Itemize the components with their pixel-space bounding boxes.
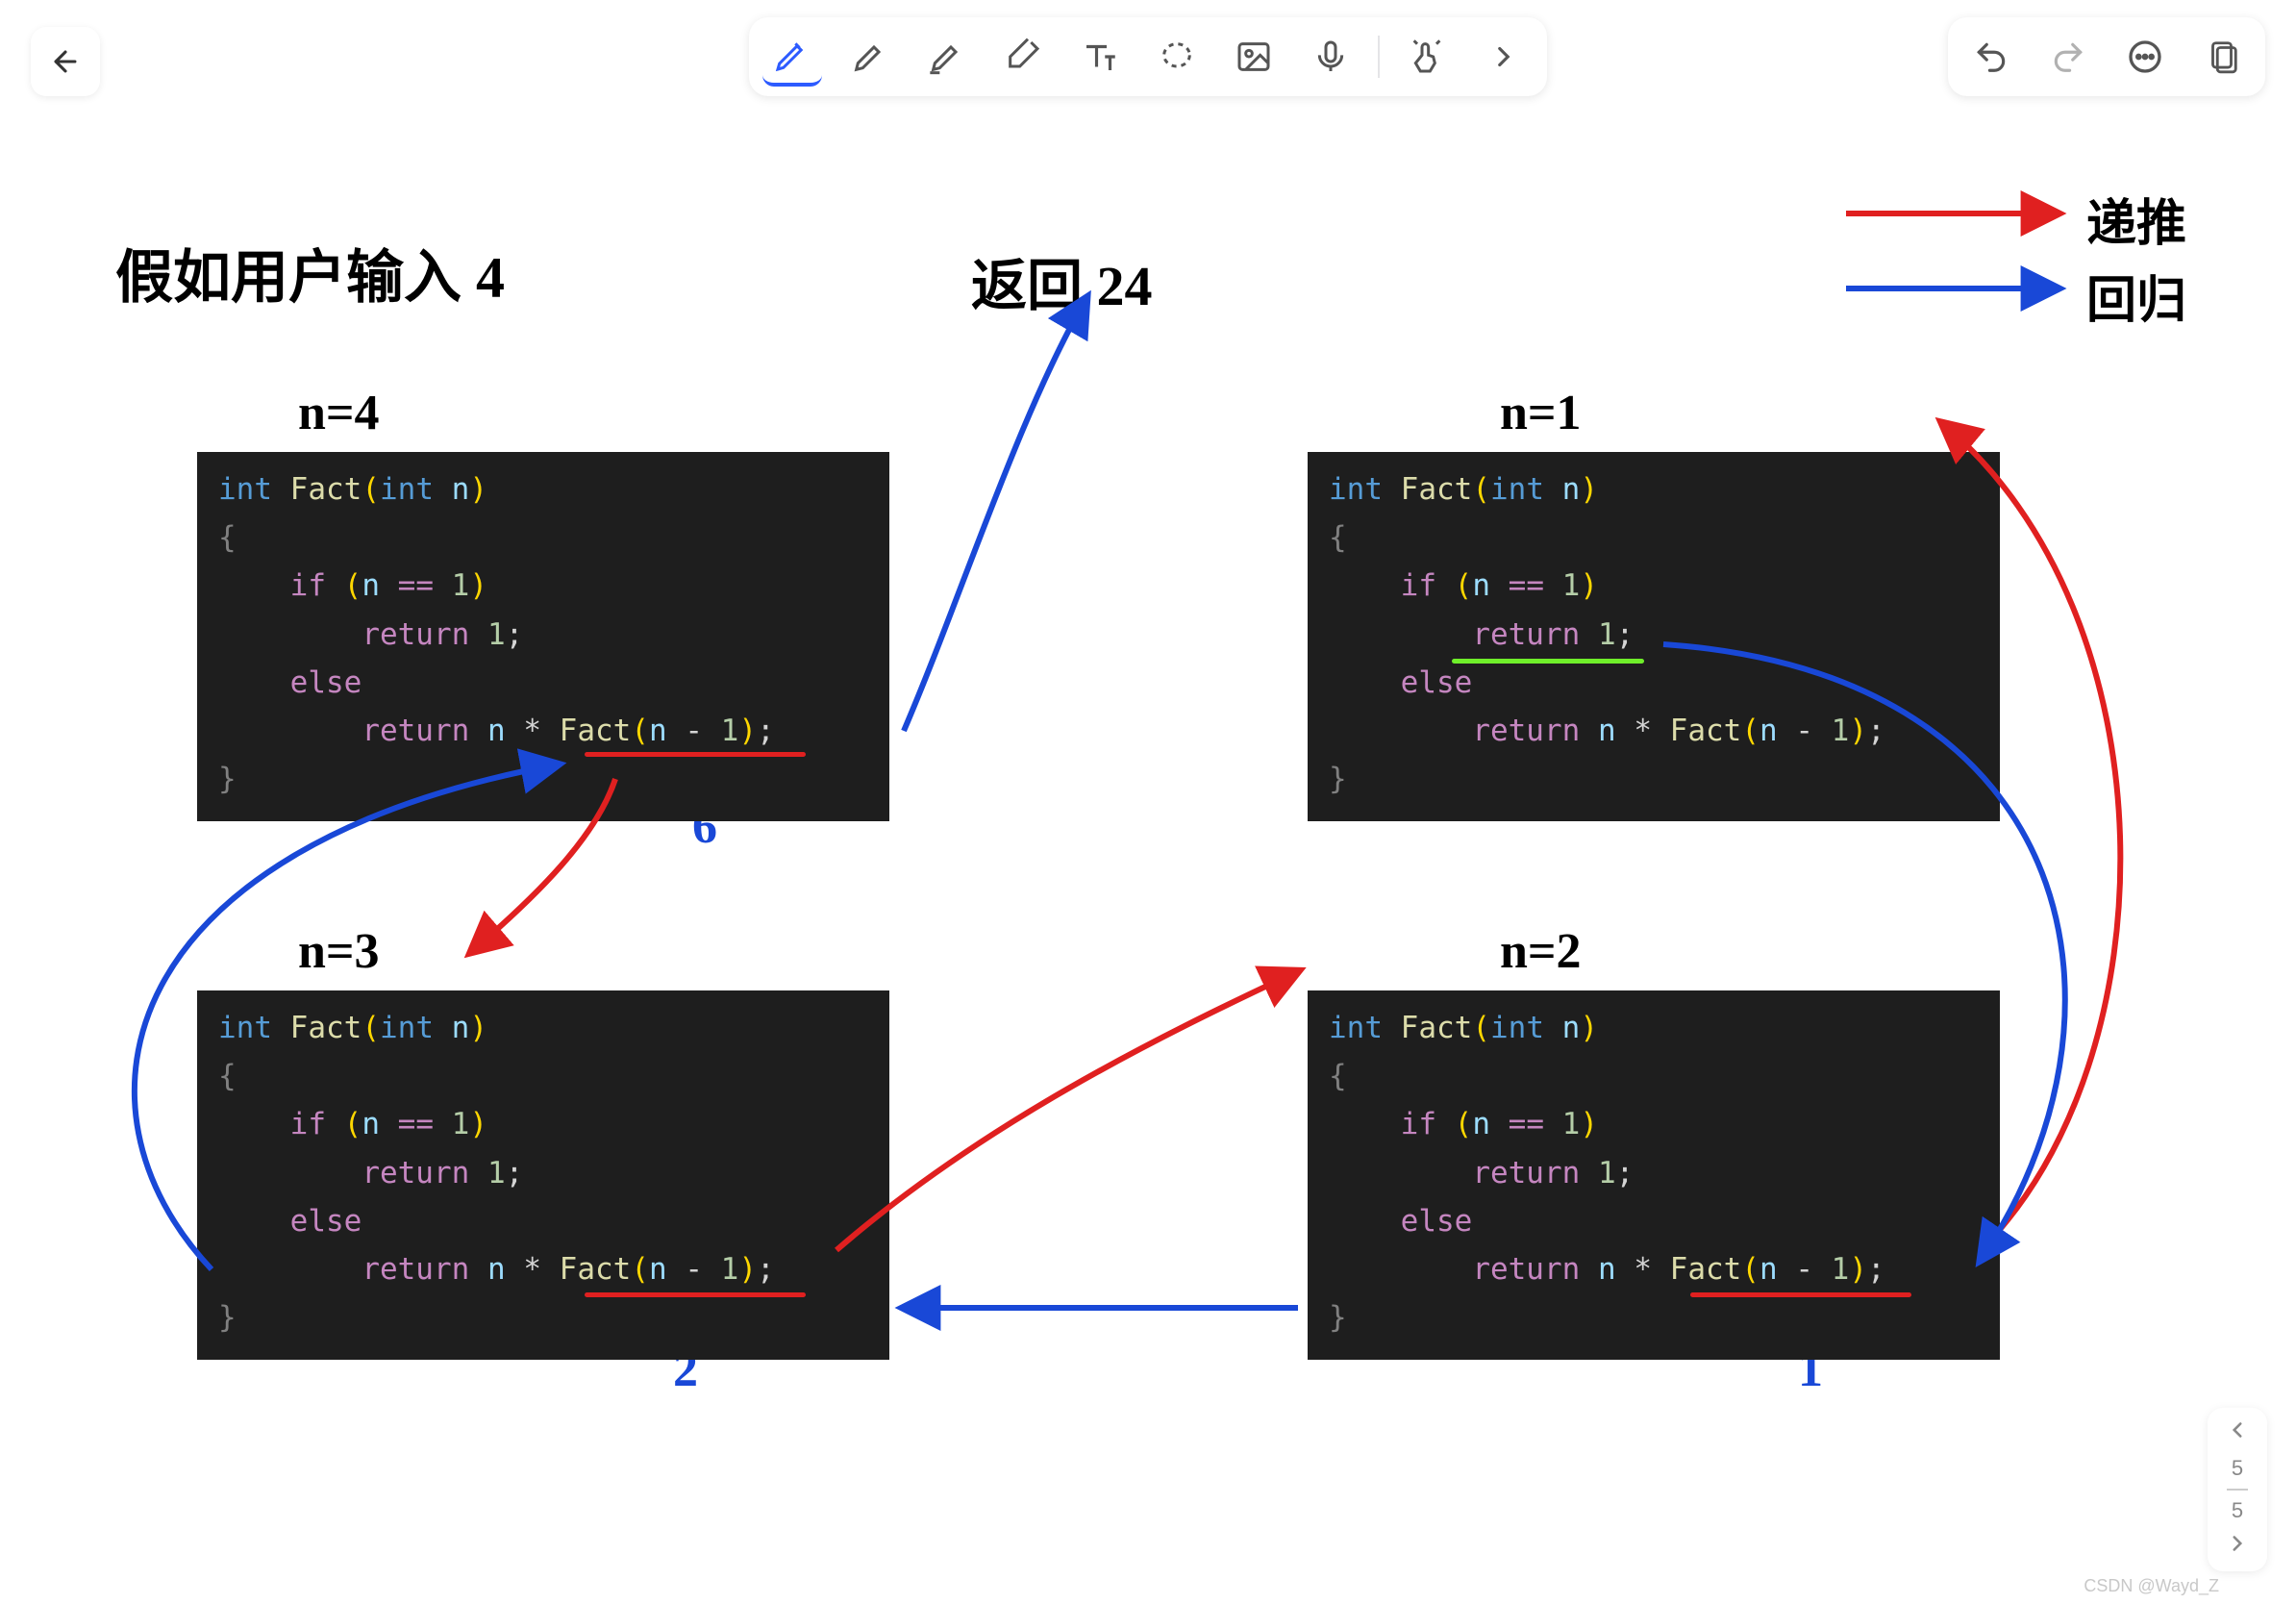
underline-n1-green [1452,659,1644,664]
title-text: 假如用户输入 4 [115,231,505,314]
code-block-n2: int Fact(int n) { if (n == 1) return 1; … [1308,990,2000,1360]
page-next[interactable] [2225,1531,2250,1562]
underline-n4 [585,752,806,757]
page-prev[interactable] [2225,1417,2250,1448]
code-block-n3: int Fact(int n) { if (n == 1) return 1; … [197,990,889,1360]
legend-forward-text: 递推 [2086,183,2186,255]
chevron-left-icon [2225,1417,2250,1442]
code-block-n1: int Fact(int n) { if (n == 1) return 1; … [1308,452,2000,821]
note-canvas[interactable]: 假如用户输入 4 返回 24 递推 回归 n=4 n=1 n=3 n=2 6 2… [0,0,2296,1604]
label-n1: n=1 [1500,385,1582,441]
page-total: 5 [2232,1498,2243,1523]
page-current: 5 [2232,1456,2243,1481]
page-sep [2227,1489,2248,1491]
underline-n2 [1690,1292,1911,1297]
code-block-n4: int Fact(int n) { if (n == 1) return 1; … [197,452,889,821]
label-n4: n=4 [298,385,380,441]
underline-n3 [585,1292,806,1297]
return-text: 返回 24 [971,240,1153,321]
watermark: CSDN @Wayd_Z [2084,1576,2219,1596]
legend-back-text: 回归 [2086,260,2186,332]
chevron-right-icon [2225,1531,2250,1556]
label-n2: n=2 [1500,923,1582,980]
page-nav: 5 5 [2208,1408,2267,1571]
label-n3: n=3 [298,923,380,980]
